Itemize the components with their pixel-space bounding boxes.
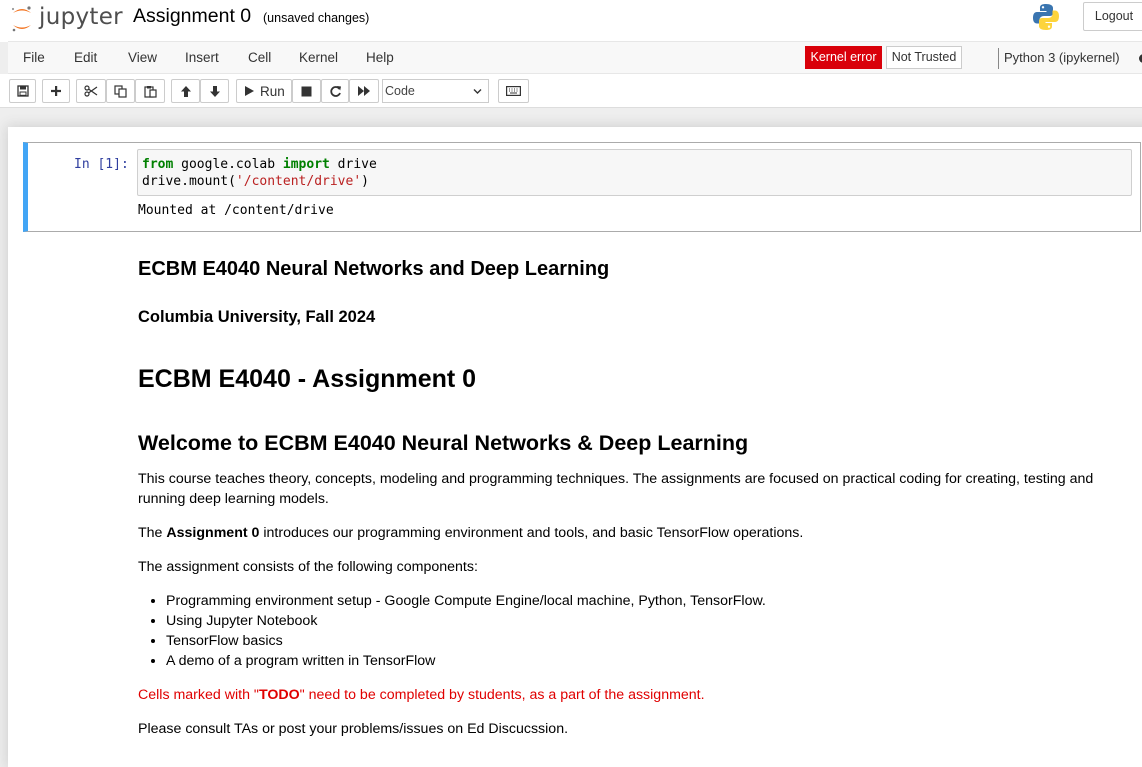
assignment-intro-post: introduces our programming environment a… xyxy=(259,525,804,541)
menu-edit[interactable]: Edit xyxy=(74,50,97,65)
code-import-name: drive xyxy=(329,157,377,172)
consult-note: Please consult TAs or post your problems… xyxy=(138,721,569,737)
code-string: '/content/drive' xyxy=(235,174,362,189)
todo-note-post: " need to be completed by students, as a… xyxy=(299,687,705,703)
kernel-name[interactable]: Python 3 (ipykernel) xyxy=(1004,50,1120,65)
menubar: File Edit View Insert Cell Kernel Help K… xyxy=(8,41,1142,74)
notebook-title[interactable]: Assignment 0 xyxy=(133,5,251,28)
header: jupyter Assignment 0 (unsaved changes) L… xyxy=(0,0,1142,42)
jupyter-logo[interactable]: jupyter xyxy=(10,2,123,38)
copy-icon xyxy=(114,84,127,98)
cut-icon xyxy=(84,85,98,97)
menu-kernel[interactable]: Kernel xyxy=(299,50,338,65)
restart-run-all-button[interactable] xyxy=(349,79,379,103)
jupyter-wordmark: jupyter xyxy=(39,4,123,30)
list-item: TensorFlow basics xyxy=(166,631,766,651)
course-title: ECBM E4040 Neural Networks and Deep Lear… xyxy=(138,258,610,280)
notebook-page: In [1]: from google.colab import drive d… xyxy=(8,127,1142,767)
interrupt-button[interactable] xyxy=(292,79,321,103)
move-down-button[interactable] xyxy=(200,79,229,103)
command-palette-button[interactable] xyxy=(498,79,529,103)
code-call: drive.mount( xyxy=(142,174,236,189)
intro-paragraph: This course teaches theory, concepts, mo… xyxy=(138,471,1094,507)
save-status: (unsaved changes) xyxy=(263,11,370,25)
code-close-paren: ) xyxy=(361,174,369,189)
plus-icon xyxy=(51,86,61,96)
cell-type-select[interactable]: Code xyxy=(382,79,489,103)
run-label: Run xyxy=(260,83,285,99)
code-editor[interactable]: from google.colab import drive drive.mou… xyxy=(137,149,1132,196)
save-button[interactable] xyxy=(9,79,36,103)
assignment-intro-bold: Assignment 0 xyxy=(166,525,260,541)
list-item: A demo of a program written in TensorFlo… xyxy=(166,651,766,671)
fast-forward-icon xyxy=(358,86,370,96)
paste-button[interactable] xyxy=(135,79,165,103)
list-item: Using Jupyter Notebook xyxy=(166,611,766,631)
todo-note: Cells marked with "TODO" need to be comp… xyxy=(138,685,1113,705)
menu-help[interactable]: Help xyxy=(366,50,394,65)
run-button[interactable]: Run xyxy=(236,79,292,103)
assignment-intro-paragraph: The Assignment 0 introduces our programm… xyxy=(138,523,1113,543)
save-icon xyxy=(16,85,29,97)
cut-button[interactable] xyxy=(76,79,106,103)
not-trusted-button[interactable]: Not Trusted xyxy=(886,46,962,69)
chevron-down-icon xyxy=(473,89,482,94)
menu-view[interactable]: View xyxy=(128,50,157,65)
move-up-button[interactable] xyxy=(171,79,200,103)
components-list: Programming environment setup - Google C… xyxy=(138,591,766,671)
kernel-separator xyxy=(998,48,999,69)
copy-button[interactable] xyxy=(106,79,135,103)
logout-button[interactable]: Logout xyxy=(1083,2,1142,31)
input-prompt: In [1]: xyxy=(74,157,129,172)
restart-button[interactable] xyxy=(321,79,349,103)
cell-output: Mounted at /content/drive xyxy=(138,203,334,218)
todo-note-pre: Cells marked with " xyxy=(138,687,259,703)
code-keyword-from: from xyxy=(142,157,174,172)
code-module: google.colab xyxy=(173,157,283,172)
welcome-heading: Welcome to ECBM E4040 Neural Networks & … xyxy=(138,431,749,455)
arrow-up-icon xyxy=(180,85,191,97)
code-keyword-import: import xyxy=(282,157,330,172)
cell-type-value: Code xyxy=(385,84,415,98)
menu-cell[interactable]: Cell xyxy=(248,50,271,65)
kernel-error-badge[interactable]: Kernel error xyxy=(805,46,882,69)
python-logo-icon xyxy=(1033,4,1059,30)
stop-icon xyxy=(301,86,312,96)
university-heading: Columbia University, Fall 2024 xyxy=(138,308,376,326)
paste-icon xyxy=(143,85,157,98)
jupyter-logo-icon xyxy=(11,6,31,32)
list-item: Programming environment setup - Google C… xyxy=(166,591,766,611)
assignment-title: ECBM E4040 - Assignment 0 xyxy=(138,365,477,393)
code-cell[interactable]: In [1]: from google.colab import drive d… xyxy=(23,142,1141,232)
menu-file[interactable]: File xyxy=(23,50,45,65)
assignment-intro-pre: The xyxy=(138,525,167,541)
arrow-down-icon xyxy=(209,85,220,97)
insert-cell-button[interactable] xyxy=(42,79,70,103)
toolbar: Run Code xyxy=(0,74,1142,108)
play-icon xyxy=(245,86,254,96)
restart-icon xyxy=(329,85,341,97)
components-intro: The assignment consists of the following… xyxy=(138,559,478,575)
menu-insert[interactable]: Insert xyxy=(185,50,219,65)
todo-note-bold: TODO xyxy=(258,687,300,703)
keyboard-icon xyxy=(506,86,521,96)
